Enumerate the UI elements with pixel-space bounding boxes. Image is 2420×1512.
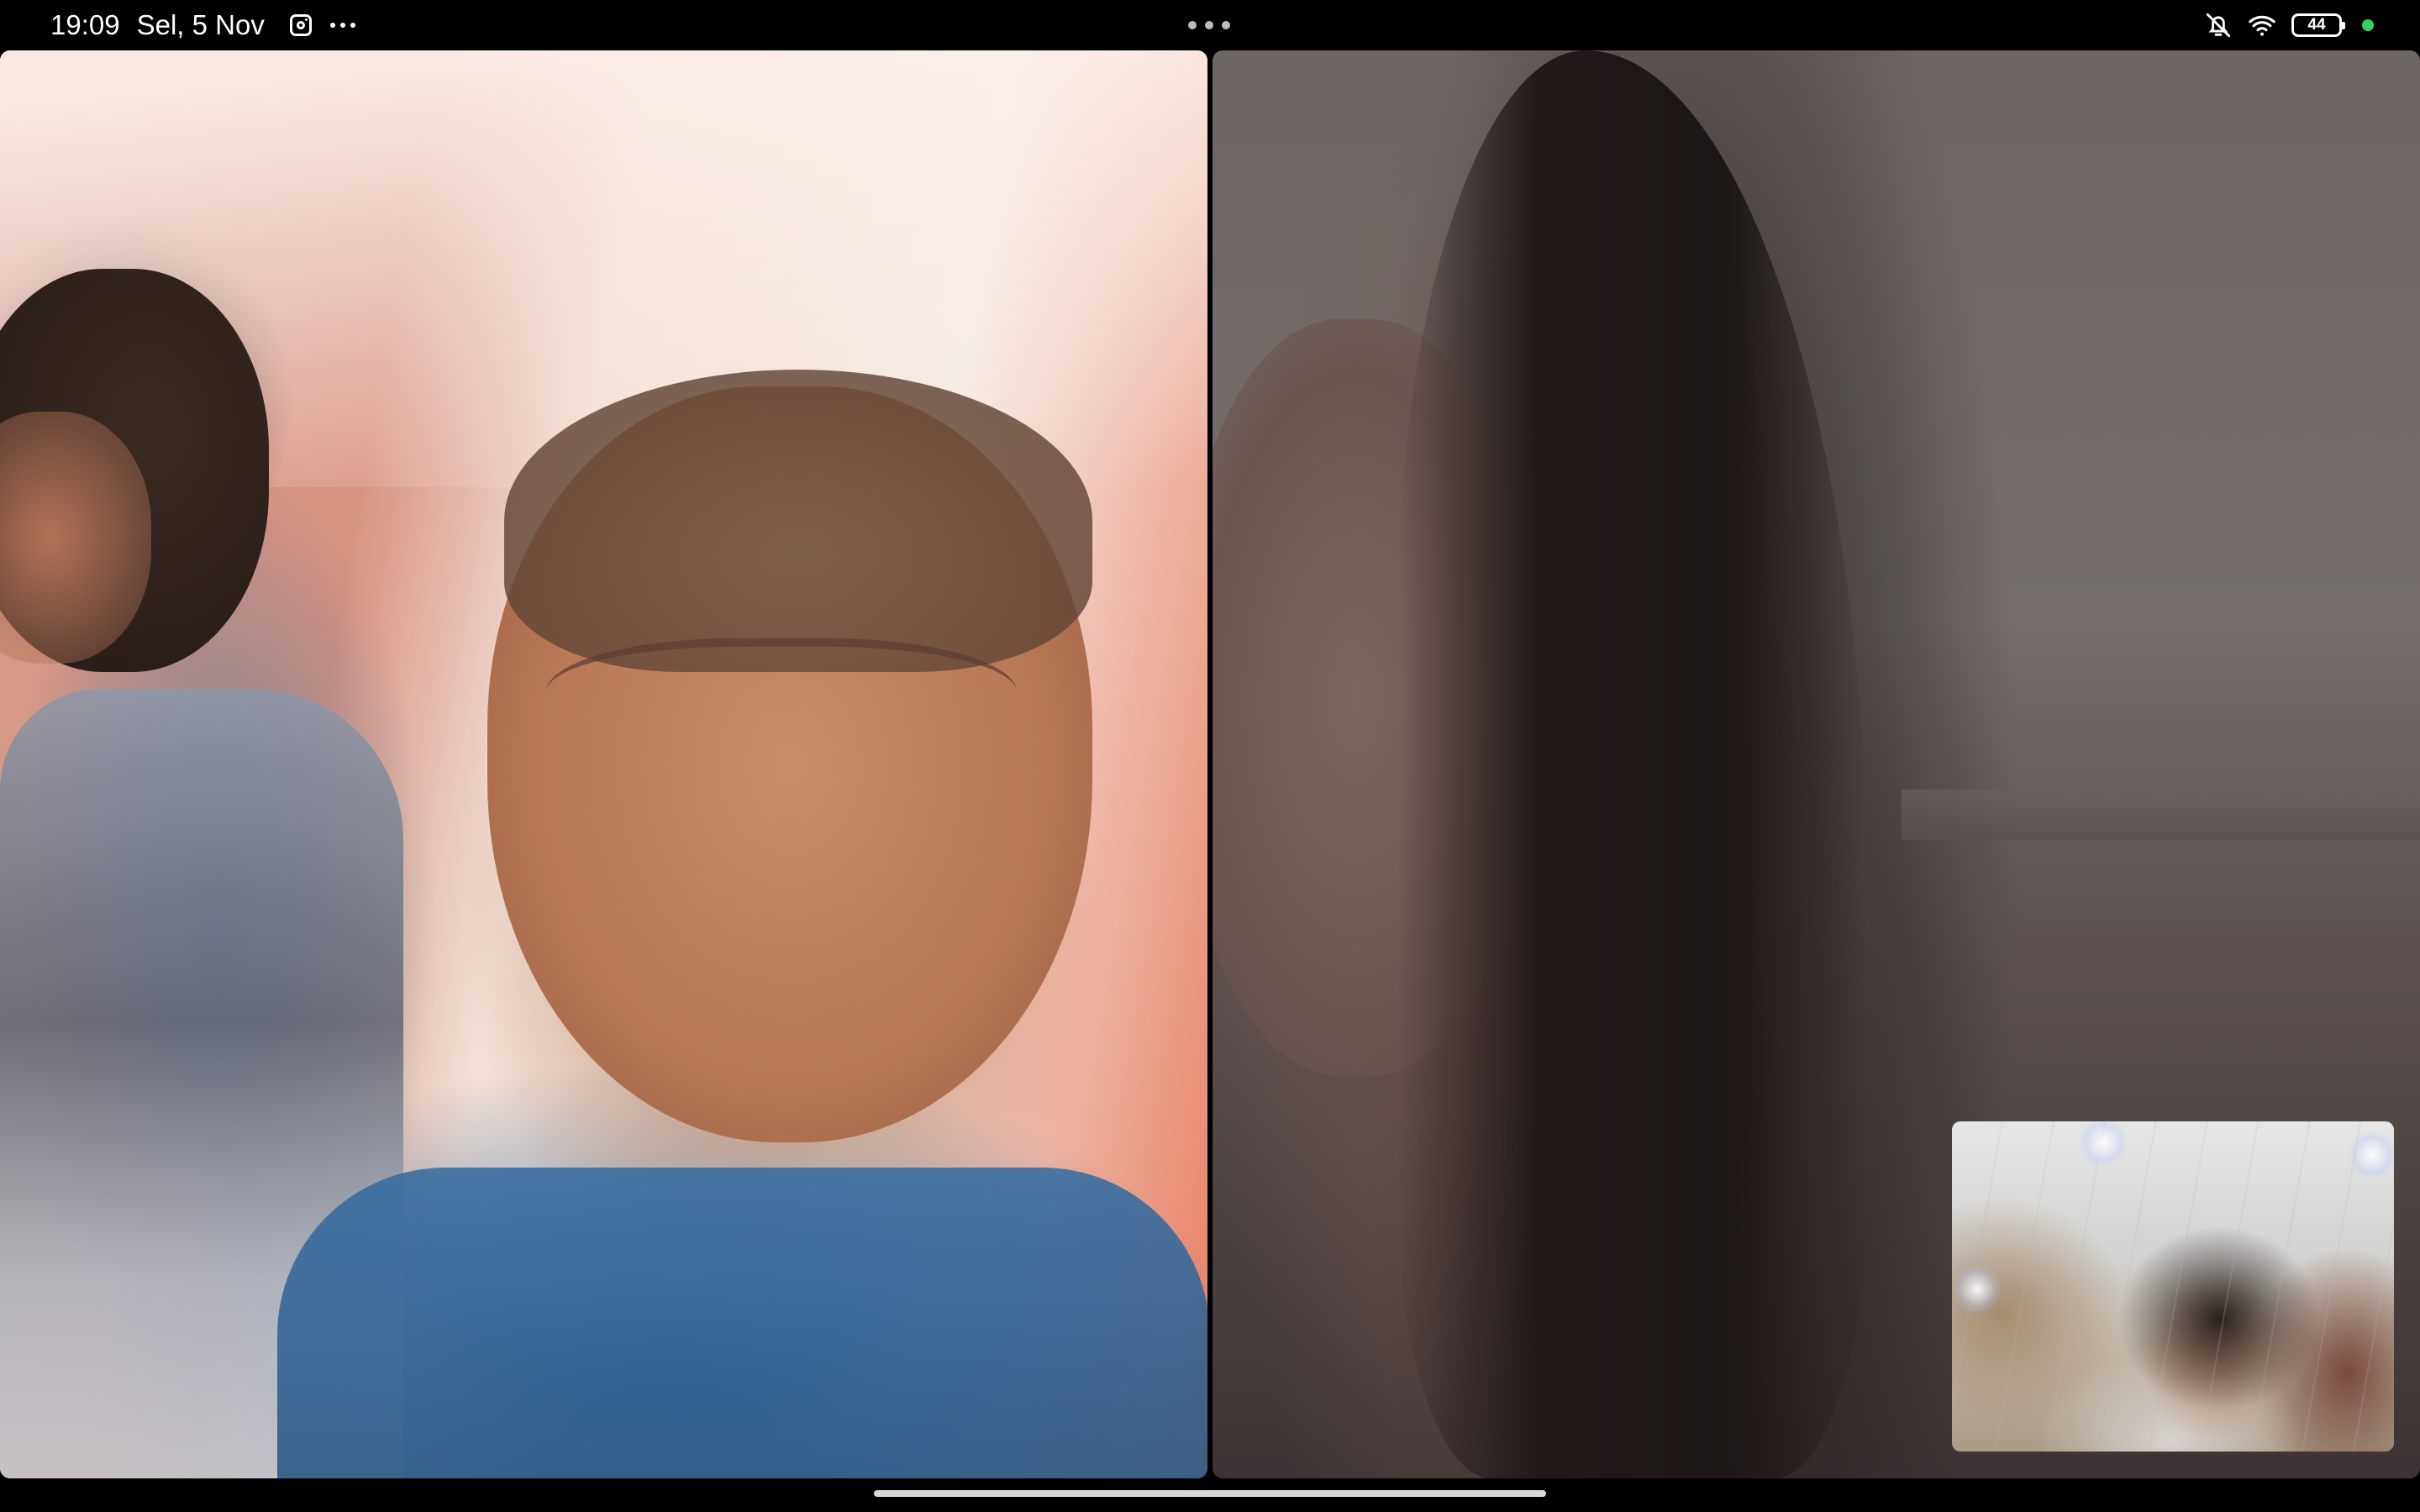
video-content xyxy=(0,689,403,1478)
self-view-preview[interactable] xyxy=(1952,1121,2394,1452)
status-right: 44 xyxy=(2204,0,2374,50)
video-content xyxy=(504,370,1092,672)
status-bar: 19:09 Sel, 5 Nov 44 xyxy=(0,0,2420,50)
battery-icon: 44 xyxy=(2291,13,2345,37)
video-content xyxy=(546,638,1017,773)
gesture-nav-handle[interactable] xyxy=(874,1490,1546,1497)
more-icon xyxy=(329,23,355,28)
remote-video-left[interactable] xyxy=(0,50,1207,1478)
privacy-indicator xyxy=(2362,19,2374,31)
video-content xyxy=(1902,790,2420,840)
video-call-screen: 19:09 Sel, 5 Nov 44 xyxy=(0,0,2420,1512)
date: Sel, 5 Nov xyxy=(136,9,265,40)
video-content xyxy=(1397,50,1868,1478)
status-left: 19:09 Sel, 5 Nov xyxy=(50,0,355,50)
bell-off-icon xyxy=(2206,13,2231,38)
wifi-icon xyxy=(2249,15,2275,36)
lens-flare xyxy=(1952,1264,2002,1315)
lens-flare xyxy=(2347,1130,2394,1180)
battery-level: 44 xyxy=(2307,16,2326,34)
lens-flare xyxy=(2078,1121,2128,1168)
clock: 19:09 xyxy=(50,9,120,40)
window-handle-dots[interactable] xyxy=(1188,21,1230,29)
instagram-icon xyxy=(289,14,312,36)
